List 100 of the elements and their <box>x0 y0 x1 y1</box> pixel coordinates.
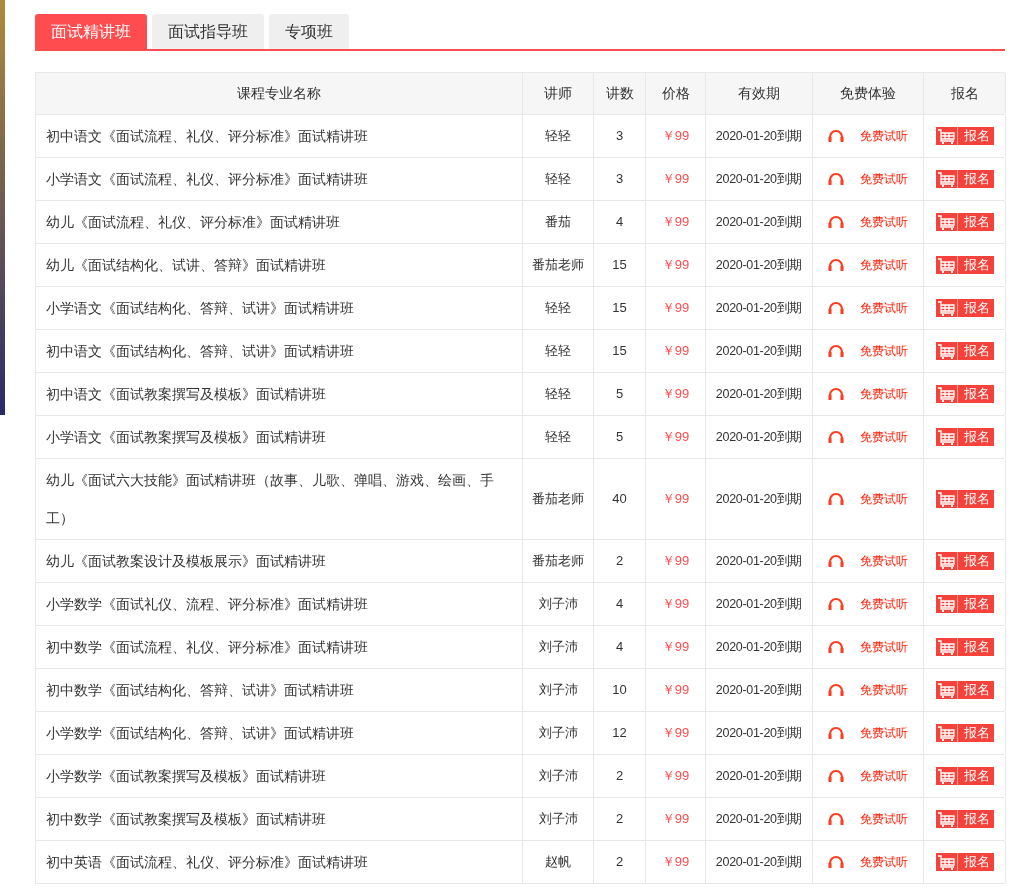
signup-button[interactable]: 报名 <box>935 428 994 446</box>
headphones-icon <box>828 640 844 654</box>
free-trial-link[interactable]: 免费试听 <box>860 127 908 145</box>
signup-button[interactable]: 报名 <box>935 853 994 871</box>
signup-button[interactable]: 报名 <box>935 552 994 570</box>
column-header: 课程专业名称 <box>36 73 523 114</box>
column-header: 价格 <box>646 73 706 114</box>
lessons-cell: 5 <box>594 416 646 458</box>
headphones-icon <box>828 215 844 229</box>
expiry-cell: 2020-01-20到期 <box>706 798 813 840</box>
teacher-cell: 刘子沛 <box>523 712 594 754</box>
price-cell: ￥99 <box>646 244 706 286</box>
column-header: 讲师 <box>523 73 594 114</box>
signup-button[interactable]: 报名 <box>935 213 994 231</box>
lessons-cell: 3 <box>594 115 646 157</box>
signup-button[interactable]: 报名 <box>935 385 994 403</box>
course-name-cell: 小学语文《面试结构化、答辩、试讲》面试精讲班 <box>36 287 523 329</box>
column-header: 报名 <box>924 73 1006 114</box>
free-trial-link[interactable]: 免费试听 <box>860 595 908 613</box>
cart-icon <box>937 429 955 445</box>
lessons-cell: 4 <box>594 201 646 243</box>
signup-button[interactable]: 报名 <box>935 767 994 785</box>
cart-icon <box>937 128 955 144</box>
signup-button[interactable]: 报名 <box>935 490 994 508</box>
course-name-cell: 初中数学《面试流程、礼仪、评分标准》面试精讲班 <box>36 626 523 668</box>
signup-button[interactable]: 报名 <box>935 170 994 188</box>
tab[interactable]: 专项班 <box>269 14 349 49</box>
signup-button[interactable]: 报名 <box>935 299 994 317</box>
expiry-cell: 2020-01-20到期 <box>706 669 813 711</box>
cart-icon <box>937 491 955 507</box>
teacher-cell: 轻轻 <box>523 373 594 415</box>
free-trial-link[interactable]: 免费试听 <box>860 810 908 828</box>
signup-button[interactable]: 报名 <box>935 638 994 656</box>
expiry-cell: 2020-01-20到期 <box>706 626 813 668</box>
price-cell: ￥99 <box>646 416 706 458</box>
free-trial-link[interactable]: 免费试听 <box>860 638 908 656</box>
headphones-icon <box>828 769 844 783</box>
lessons-cell: 4 <box>594 626 646 668</box>
signup-button[interactable]: 报名 <box>935 681 994 699</box>
free-trial-link[interactable]: 免费试听 <box>860 724 908 742</box>
price-cell: ￥99 <box>646 158 706 200</box>
column-header: 有效期 <box>706 73 813 114</box>
course-name-cell: 初中语文《面试教案撰写及模板》面试精讲班 <box>36 373 523 415</box>
signup-button[interactable]: 报名 <box>935 256 994 274</box>
price-cell: ￥99 <box>646 287 706 329</box>
signup-button[interactable]: 报名 <box>935 810 994 828</box>
price-cell: ￥99 <box>646 841 706 883</box>
free-trial-link[interactable]: 免费试听 <box>860 767 908 785</box>
free-trial-link[interactable]: 免费试听 <box>860 853 908 871</box>
headphones-icon <box>828 258 844 272</box>
expiry-cell: 2020-01-20到期 <box>706 755 813 797</box>
signup-button[interactable]: 报名 <box>935 595 994 613</box>
cart-icon <box>937 725 955 741</box>
lessons-cell: 15 <box>594 330 646 372</box>
expiry-cell: 2020-01-20到期 <box>706 459 813 539</box>
free-trial-link[interactable]: 免费试听 <box>860 299 908 317</box>
lessons-cell: 12 <box>594 712 646 754</box>
course-name-cell: 小学数学《面试礼仪、流程、评分标准》面试精讲班 <box>36 583 523 625</box>
headphones-icon <box>828 683 844 697</box>
free-trial-link[interactable]: 免费试听 <box>860 552 908 570</box>
teacher-cell: 轻轻 <box>523 416 594 458</box>
expiry-cell: 2020-01-20到期 <box>706 158 813 200</box>
course-name-cell: 小学数学《面试结构化、答辩、试讲》面试精讲班 <box>36 712 523 754</box>
price-cell: ￥99 <box>646 712 706 754</box>
free-trial-link[interactable]: 免费试听 <box>860 213 908 231</box>
headphones-icon <box>828 129 844 143</box>
course-name-cell: 小学语文《面试教案撰写及模板》面试精讲班 <box>36 416 523 458</box>
free-trial-link[interactable]: 免费试听 <box>860 342 908 360</box>
teacher-cell: 赵帆 <box>523 841 594 883</box>
teacher-cell: 番茄 <box>523 201 594 243</box>
price-cell: ￥99 <box>646 755 706 797</box>
cart-icon <box>937 257 955 273</box>
tab[interactable]: 面试精讲班 <box>35 14 147 49</box>
lessons-cell: 2 <box>594 540 646 582</box>
expiry-cell: 2020-01-20到期 <box>706 416 813 458</box>
teacher-cell: 番茄老师 <box>523 459 594 539</box>
tab[interactable]: 面试指导班 <box>152 14 264 49</box>
free-trial-link[interactable]: 免费试听 <box>860 681 908 699</box>
cart-icon <box>937 214 955 230</box>
lessons-cell: 15 <box>594 287 646 329</box>
lessons-cell: 3 <box>594 158 646 200</box>
expiry-cell: 2020-01-20到期 <box>706 841 813 883</box>
column-header: 免费体验 <box>813 73 924 114</box>
expiry-cell: 2020-01-20到期 <box>706 244 813 286</box>
signup-button[interactable]: 报名 <box>935 724 994 742</box>
free-trial-link[interactable]: 免费试听 <box>860 490 908 508</box>
free-trial-link[interactable]: 免费试听 <box>860 256 908 274</box>
expiry-cell: 2020-01-20到期 <box>706 201 813 243</box>
expiry-cell: 2020-01-20到期 <box>706 712 813 754</box>
price-cell: ￥99 <box>646 798 706 840</box>
free-trial-link[interactable]: 免费试听 <box>860 170 908 188</box>
free-trial-link[interactable]: 免费试听 <box>860 428 908 446</box>
course-name-cell: 幼儿《面试教案设计及模板展示》面试精讲班 <box>36 540 523 582</box>
signup-button[interactable]: 报名 <box>935 127 994 145</box>
signup-button[interactable]: 报名 <box>935 342 994 360</box>
free-trial-link[interactable]: 免费试听 <box>860 385 908 403</box>
price-cell: ￥99 <box>646 540 706 582</box>
teacher-cell: 刘子沛 <box>523 583 594 625</box>
teacher-cell: 刘子沛 <box>523 669 594 711</box>
headphones-icon <box>828 344 844 358</box>
